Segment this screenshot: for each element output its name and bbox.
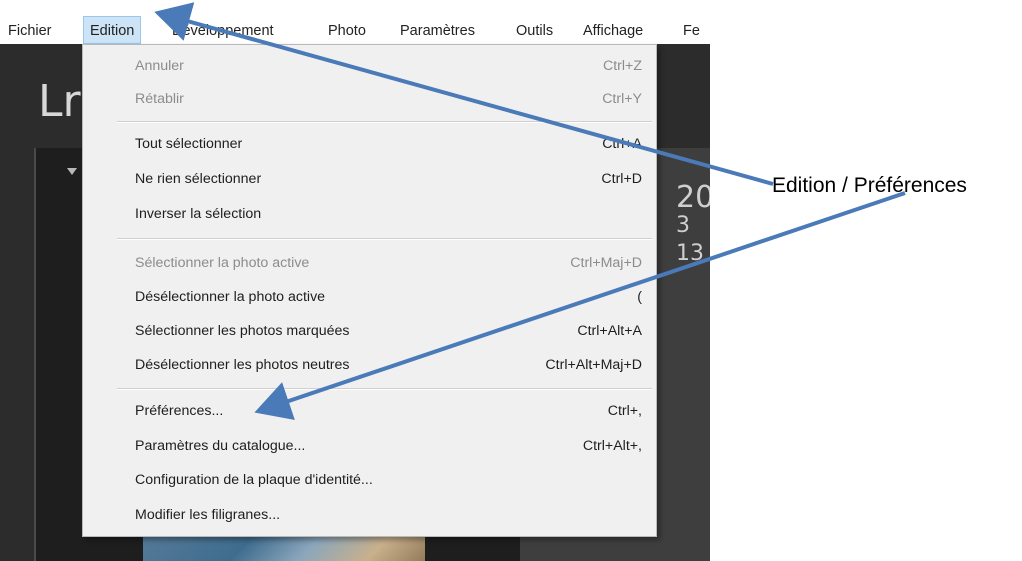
- menu-fichier[interactable]: Fichier: [8, 16, 52, 44]
- menu-item-inverser-selection[interactable]: Inverser la sélection: [83, 200, 656, 228]
- screenshot-region: Fichier Edition Développement Photo Para…: [0, 0, 710, 561]
- menu-outils[interactable]: Outils: [516, 16, 553, 44]
- menu-fenetre[interactable]: Fe: [683, 16, 700, 44]
- menu-separator: [117, 238, 652, 240]
- menu-edition[interactable]: Edition: [83, 16, 142, 44]
- menu-item-selectionner-photos-marquees[interactable]: Sélectionner les photos marquées Ctrl+Al…: [83, 317, 656, 345]
- annotation-label: Edition / Préférences: [772, 174, 967, 197]
- lightroom-logo: Lr: [38, 76, 81, 127]
- menu-item-selectionner-photo-active[interactable]: Sélectionner la photo active Ctrl+Maj+D: [83, 249, 656, 277]
- menu-separator: [117, 388, 652, 390]
- menu-separator: [117, 121, 652, 123]
- menu-item-parametres-catalogue[interactable]: Paramètres du catalogue... Ctrl+Alt+,: [83, 432, 656, 460]
- menu-bar: Fichier Edition Développement Photo Para…: [0, 16, 710, 44]
- menu-developpement[interactable]: Développement: [172, 16, 274, 44]
- menu-item-modifier-filigranes[interactable]: Modifier les filigranes...: [83, 501, 656, 529]
- menu-item-retablir[interactable]: Rétablir Ctrl+Y: [83, 85, 656, 113]
- menu-affichage[interactable]: Affichage: [583, 16, 643, 44]
- menu-parametres[interactable]: Paramètres: [400, 16, 475, 44]
- menu-item-plaque-identite[interactable]: Configuration de la plaque d'identité...: [83, 466, 656, 494]
- menu-item-deselectionner-photos-neutres[interactable]: Désélectionner les photos neutres Ctrl+A…: [83, 351, 656, 379]
- partial-info-text: 20 3 13: [676, 180, 710, 267]
- menu-photo[interactable]: Photo: [328, 16, 366, 44]
- menu-item-tout-selectionner[interactable]: Tout sélectionner Ctrl+A: [83, 130, 656, 158]
- menu-item-annuler[interactable]: Annuler Ctrl+Z: [83, 52, 656, 80]
- menu-item-ne-rien-selectionner[interactable]: Ne rien sélectionner Ctrl+D: [83, 165, 656, 193]
- panel-collapse-icon[interactable]: [67, 168, 77, 175]
- edit-menu-dropdown: Annuler Ctrl+Z Rétablir Ctrl+Y Tout séle…: [82, 44, 657, 537]
- menu-item-deselectionner-photo-active[interactable]: Désélectionner la photo active (: [83, 283, 656, 311]
- menu-item-preferences[interactable]: Préférences... Ctrl+,: [83, 397, 656, 425]
